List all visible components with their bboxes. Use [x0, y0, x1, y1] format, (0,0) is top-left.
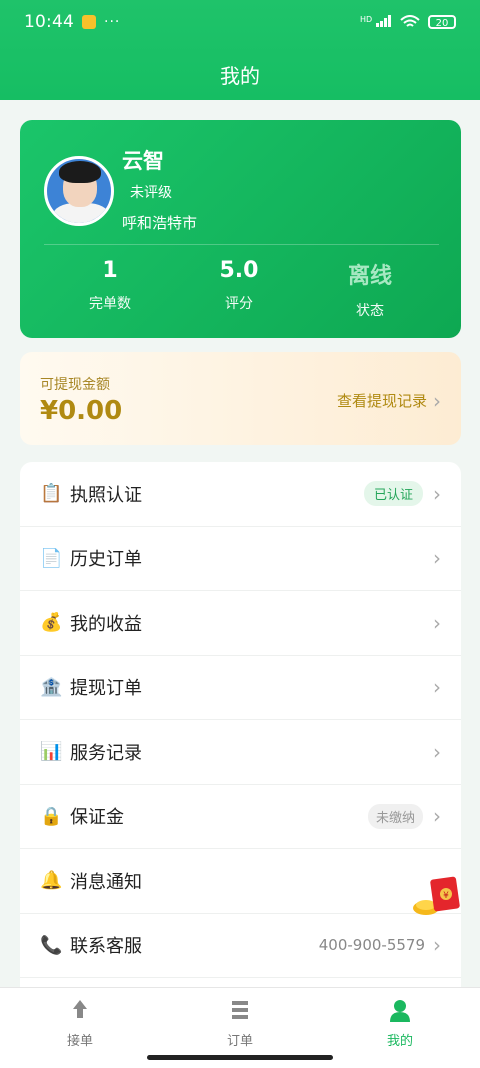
arrow-up-icon — [73, 1000, 87, 1018]
profile-card[interactable]: 云智 未评级 呼和浩特市 1 完单数 5.0 评分 离线 状态 — [20, 120, 461, 338]
red-packet-icon[interactable]: ¥ — [412, 872, 462, 918]
lock-icon: 🔒 — [40, 805, 63, 827]
bar-chart-icon: 📊 — [40, 741, 63, 763]
user-name: 云智 — [122, 149, 164, 173]
menu-item-notifications[interactable]: 🔔 消息通知 — [20, 849, 461, 914]
withdraw-card: 可提现金额 ¥0.00 查看提现记录 › — [20, 352, 461, 445]
menu-item-license[interactable]: 📋 执照认证 已认证 › — [20, 462, 461, 527]
chevron-right-icon: › — [433, 481, 441, 506]
menu-list: 📋 执照认证 已认证 › 📄 历史订单 › 💰 我的收益 › 🏦 提现订单 › … — [20, 462, 461, 987]
stat-label: 完单数 — [89, 296, 131, 312]
withdraw-link-label: 查看提现记录 — [336, 392, 427, 410]
clipboard-icon: 📋 — [40, 483, 63, 505]
user-city: 呼和浩特市 — [122, 214, 198, 232]
more-notifications-icon: ··· — [104, 14, 121, 30]
hd-label: HD — [359, 14, 373, 24]
withdraw-label: 可提现金额 — [40, 377, 110, 393]
phone-icon: 📞 — [40, 934, 63, 956]
menu-item-customer-service[interactable]: 📞 联系客服 400-900-5579 › — [20, 914, 461, 978]
red-packet-graphic: ¥ — [413, 876, 460, 915]
top-header: 10:44 ··· HD 20 我的 — [0, 0, 480, 100]
menu-item-service-records[interactable]: 📊 服务记录 › — [20, 720, 461, 785]
tab-label: 接单 — [66, 1034, 93, 1049]
menu-item-label: 消息通知 — [70, 871, 142, 893]
chevron-right-icon: › — [433, 388, 441, 413]
stat-completed-orders: 1 完单数 — [50, 258, 170, 313]
chevron-right-icon: › — [433, 675, 441, 700]
notification-app-icon — [82, 15, 96, 29]
status-badge: 已认证 — [363, 481, 423, 507]
tab-label: 我的 — [386, 1034, 413, 1049]
tab-mine[interactable]: 我的 — [320, 988, 480, 1068]
view-withdraw-records-link[interactable]: 查看提现记录 › — [337, 390, 441, 411]
stat-label: 评分 — [225, 296, 253, 312]
menu-item-history-orders[interactable]: 📄 历史订单 › — [20, 527, 461, 591]
tab-label: 订单 — [226, 1034, 253, 1049]
money-bag-icon: 💰 — [40, 612, 63, 634]
menu-item-label: 执照认证 — [70, 484, 142, 506]
status-badge: 未缴纳 — [367, 803, 423, 829]
bell-icon: 🔔 — [40, 870, 63, 892]
menu-item-label: 联系客服 — [70, 936, 142, 958]
list-icon — [232, 1001, 248, 1019]
menu-item-label: 保证金 — [70, 807, 124, 829]
menu-item-earnings[interactable]: 💰 我的收益 › — [20, 591, 461, 656]
tab-accept-orders[interactable]: 接单 — [0, 988, 160, 1068]
chevron-right-icon: › — [433, 933, 441, 958]
menu-item-label: 历史订单 — [70, 549, 142, 571]
bank-icon: 🏦 — [40, 676, 63, 698]
status-left: 10:44 ··· — [24, 12, 120, 32]
battery-icon: 20 — [428, 15, 456, 29]
stat-status: 离线 状态 — [310, 258, 430, 320]
home-indicator[interactable] — [147, 1055, 333, 1060]
menu-item-withdraw-orders[interactable]: 🏦 提现订单 › — [20, 656, 461, 720]
status-right: HD 20 — [359, 14, 456, 30]
service-phone-number: 400-900-5579 — [318, 936, 425, 955]
stat-label: 状态 — [356, 303, 384, 319]
chevron-right-icon: › — [433, 546, 441, 571]
stat-value: 1 — [102, 258, 118, 283]
menu-item-label: 服务记录 — [70, 742, 142, 764]
chevron-right-icon: › — [433, 610, 441, 635]
chevron-right-icon: › — [433, 739, 441, 764]
chevron-right-icon: › — [433, 804, 441, 829]
hd-signal-icon: HD — [359, 14, 392, 30]
status-bar: 10:44 ··· HD 20 — [0, 0, 480, 44]
menu-item-deposit[interactable]: 🔒 保证金 未缴纳 › — [20, 785, 461, 849]
page-title: 我的 — [220, 64, 260, 88]
avatar[interactable] — [44, 156, 114, 226]
svg-text:¥: ¥ — [443, 891, 449, 901]
withdraw-amount: ¥0.00 — [40, 396, 123, 426]
wifi-icon — [400, 15, 420, 27]
user-icon — [390, 1000, 410, 1022]
status-time: 10:44 — [24, 12, 74, 32]
menu-item-label: 提现订单 — [70, 678, 142, 700]
avatar-hair-shape — [59, 161, 101, 183]
document-icon: 📄 — [40, 547, 63, 569]
stat-rating: 5.0 评分 — [179, 258, 299, 313]
cell-signal-icon — [376, 14, 391, 27]
stat-value: 离线 — [347, 264, 392, 289]
user-level: 未评级 — [130, 185, 172, 201]
profile-divider — [44, 244, 439, 245]
menu-item-label: 我的收益 — [70, 613, 142, 635]
stat-value: 5.0 — [219, 258, 259, 283]
